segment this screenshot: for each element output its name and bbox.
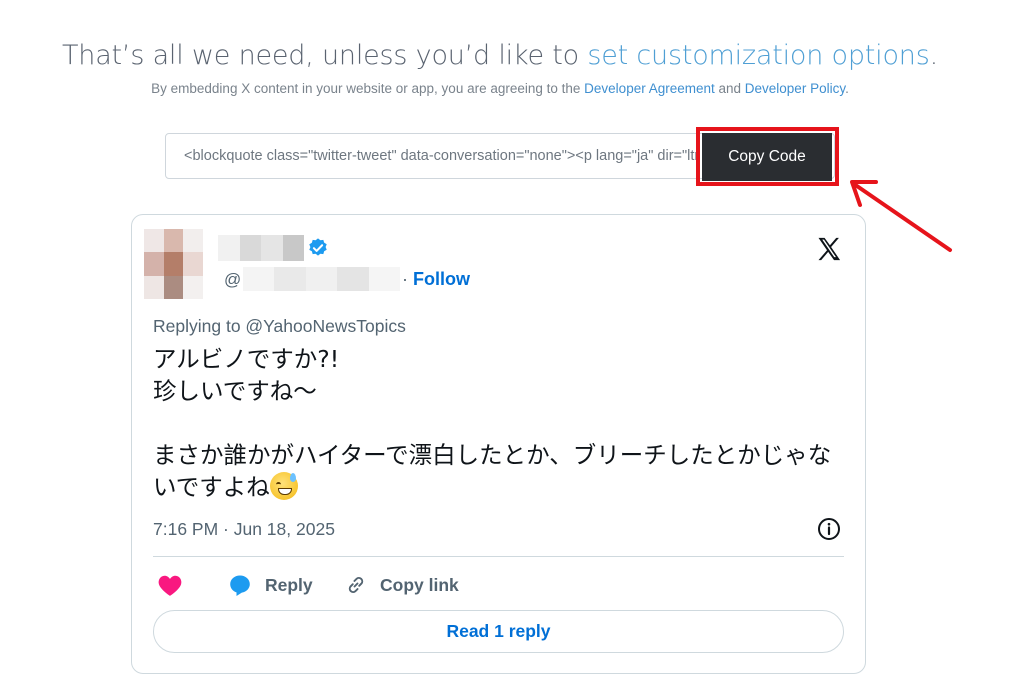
reply-bubble-icon	[230, 575, 250, 596]
heart-icon	[158, 575, 182, 596]
copy-link-label: Copy link	[380, 574, 459, 595]
heading-text: That’s all we need, unless you’d like to	[62, 40, 588, 71]
tweet-body: アルビノですか?! 珍しいですね〜 まさか誰かがハイターで漂白したとか、ブリーチ…	[153, 345, 832, 501]
handle-at-symbol: @	[224, 270, 242, 289]
developer-policy-link[interactable]: Developer Policy	[745, 81, 845, 96]
heading-period: .	[929, 40, 939, 71]
reply-action[interactable]: Reply	[227, 573, 313, 597]
replying-to-label[interactable]: Replying to @YahooNewsTopics	[153, 316, 406, 337]
agreement-period: .	[845, 81, 849, 96]
tweet-text: アルビノですか?! 珍しいですね〜 まさか誰かがハイターで漂白したとか、ブリーチ…	[153, 343, 833, 503]
agreement-text: By embedding X content in your website o…	[151, 81, 585, 96]
read-reply-button[interactable]: Read 1 reply	[153, 610, 844, 653]
page-heading: That’s all we need, unless you’d like to…	[0, 40, 1000, 71]
embed-code-text[interactable]: <blockquote class="twitter-tweet" data-c…	[184, 148, 700, 164]
verified-badge-icon	[309, 238, 327, 256]
follow-separator: ·	[402, 269, 408, 289]
grinning-sweat-emoji	[269, 472, 298, 500]
tweet-timestamp[interactable]: 7:16 PM · Jun 18, 2025	[153, 519, 335, 540]
card-divider	[153, 556, 844, 557]
like-action[interactable]	[157, 573, 183, 597]
developer-agreement-link[interactable]: Developer Agreement	[584, 81, 715, 96]
display-name-redacted[interactable]	[218, 235, 304, 261]
handle-redacted	[243, 267, 401, 291]
info-icon[interactable]	[817, 517, 841, 541]
reply-label: Reply	[265, 574, 313, 595]
x-logo-icon[interactable]	[815, 235, 843, 263]
embedded-tweet-card[interactable]: @ · Follow Replying to @YahooNewsTopics …	[131, 214, 866, 674]
avatar[interactable]	[144, 229, 222, 299]
follow-label: Follow	[413, 269, 471, 289]
customization-options-link[interactable]: set customization options	[587, 40, 929, 71]
agreement-and: and	[714, 81, 745, 96]
copy-link-action[interactable]: Copy link	[344, 573, 459, 597]
agreement-notice: By embedding X content in your website o…	[0, 81, 1000, 96]
copy-code-button[interactable]: Copy Code	[702, 133, 832, 181]
link-icon	[348, 577, 364, 593]
follow-link[interactable]: · Follow	[402, 269, 470, 290]
sweat-drop	[289, 473, 296, 482]
